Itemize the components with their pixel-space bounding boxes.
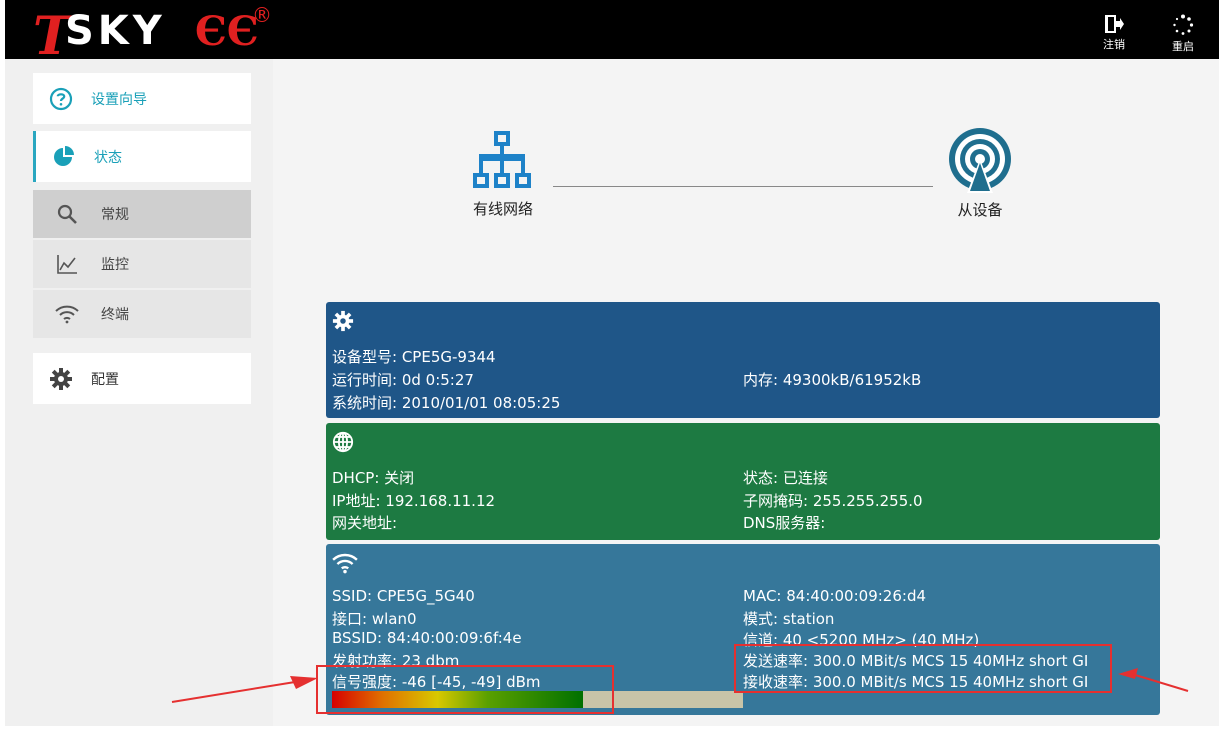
reboot-label: 重启 bbox=[1172, 40, 1194, 53]
logout-button[interactable]: 注销 bbox=[1094, 14, 1134, 52]
logout-label: 注销 bbox=[1103, 38, 1125, 51]
ip-address: IP地址: 192.168.11.12 bbox=[332, 492, 496, 510]
sidebar-item-label: 设置向导 bbox=[91, 91, 147, 108]
topology-wired-network: 有线网络 bbox=[463, 130, 543, 219]
rate-highlight-box bbox=[734, 644, 1112, 693]
topology-client-device: 从设备 bbox=[940, 125, 1020, 220]
logo-ee: ЄЄ bbox=[195, 8, 259, 55]
sidebar-item-label: 监控 bbox=[101, 257, 129, 273]
sidebar-item-label: 状态 bbox=[94, 149, 122, 166]
sidebar: 设置向导 状态 常规 监控 终端 配置 bbox=[5, 59, 273, 726]
network-tree-icon bbox=[473, 131, 531, 188]
wireless-mode: 模式: station bbox=[743, 610, 835, 628]
wifi-icon bbox=[53, 300, 81, 328]
bssid: BSSID: 84:40:00:09:6f:4e bbox=[332, 629, 522, 647]
network-info-panel: DHCP: 关闭 IP地址: 192.168.11.12 网关地址: 状态: 已… bbox=[326, 423, 1160, 540]
question-circle-icon bbox=[47, 85, 75, 113]
gear-icon bbox=[47, 365, 75, 393]
ssid: SSID: CPE5G_5G40 bbox=[332, 587, 475, 605]
sidebar-item-label: 终端 bbox=[101, 307, 129, 323]
gear-icon bbox=[332, 310, 354, 332]
sidebar-subitem-monitor[interactable]: 监控 bbox=[33, 240, 251, 288]
left-arrow-annotation bbox=[171, 676, 318, 703]
spinner-icon bbox=[1173, 14, 1194, 35]
sidebar-item-config[interactable]: 配置 bbox=[33, 353, 251, 404]
sidebar-item-label: 常规 bbox=[101, 207, 129, 223]
connection-status: 状态: 已连接 bbox=[743, 469, 828, 487]
system-time: 系统时间: 2010/01/01 08:05:25 bbox=[332, 394, 561, 412]
globe-icon bbox=[332, 431, 354, 453]
client-device-label: 从设备 bbox=[957, 201, 1003, 219]
interface-name: 接口: wlan0 bbox=[332, 610, 417, 628]
dns-servers: DNS服务器: bbox=[743, 514, 826, 532]
antenna-signal-icon bbox=[949, 128, 1011, 193]
logo-text: SKY bbox=[65, 8, 166, 54]
logout-icon bbox=[1105, 15, 1124, 33]
search-icon bbox=[53, 200, 81, 228]
mac-address: MAC: 84:40:00:09:26:d4 bbox=[743, 587, 927, 605]
pie-chart-icon bbox=[50, 143, 78, 171]
device-model: 设备型号: CPE5G-9344 bbox=[332, 348, 496, 366]
line-chart-icon bbox=[53, 250, 81, 278]
dhcp-status: DHCP: 关闭 bbox=[332, 469, 415, 487]
sidebar-item-status[interactable]: 状态 bbox=[33, 131, 251, 182]
logo-registered-mark: ® bbox=[252, 3, 272, 27]
wired-network-label: 有线网络 bbox=[472, 200, 533, 218]
signal-highlight-box bbox=[316, 665, 614, 714]
system-info-panel: 设备型号: CPE5G-9344 运行时间: 0d 0:5:27 系统时间: 2… bbox=[326, 302, 1160, 418]
uptime: 运行时间: 0d 0:5:27 bbox=[332, 371, 474, 389]
sidebar-item-label: 配置 bbox=[91, 371, 119, 388]
reboot-button[interactable]: 重启 bbox=[1163, 14, 1203, 54]
sidebar-subitem-general[interactable]: 常规 bbox=[33, 190, 251, 238]
right-arrow-annotation bbox=[1118, 668, 1189, 692]
memory-usage: 内存: 49300kB/61952kB bbox=[743, 371, 922, 389]
topology-link-line bbox=[553, 186, 933, 187]
top-bar: T SKY ЄЄ ® 注销 重启 bbox=[5, 0, 1219, 67]
wifi-icon bbox=[332, 553, 358, 574]
sidebar-item-setup-wizard[interactable]: 设置向导 bbox=[33, 73, 251, 124]
subnet-mask: 子网掩码: 255.255.255.0 bbox=[743, 492, 923, 510]
sidebar-subitem-terminal[interactable]: 终端 bbox=[33, 290, 251, 338]
gateway-address: 网关地址: bbox=[332, 514, 398, 532]
